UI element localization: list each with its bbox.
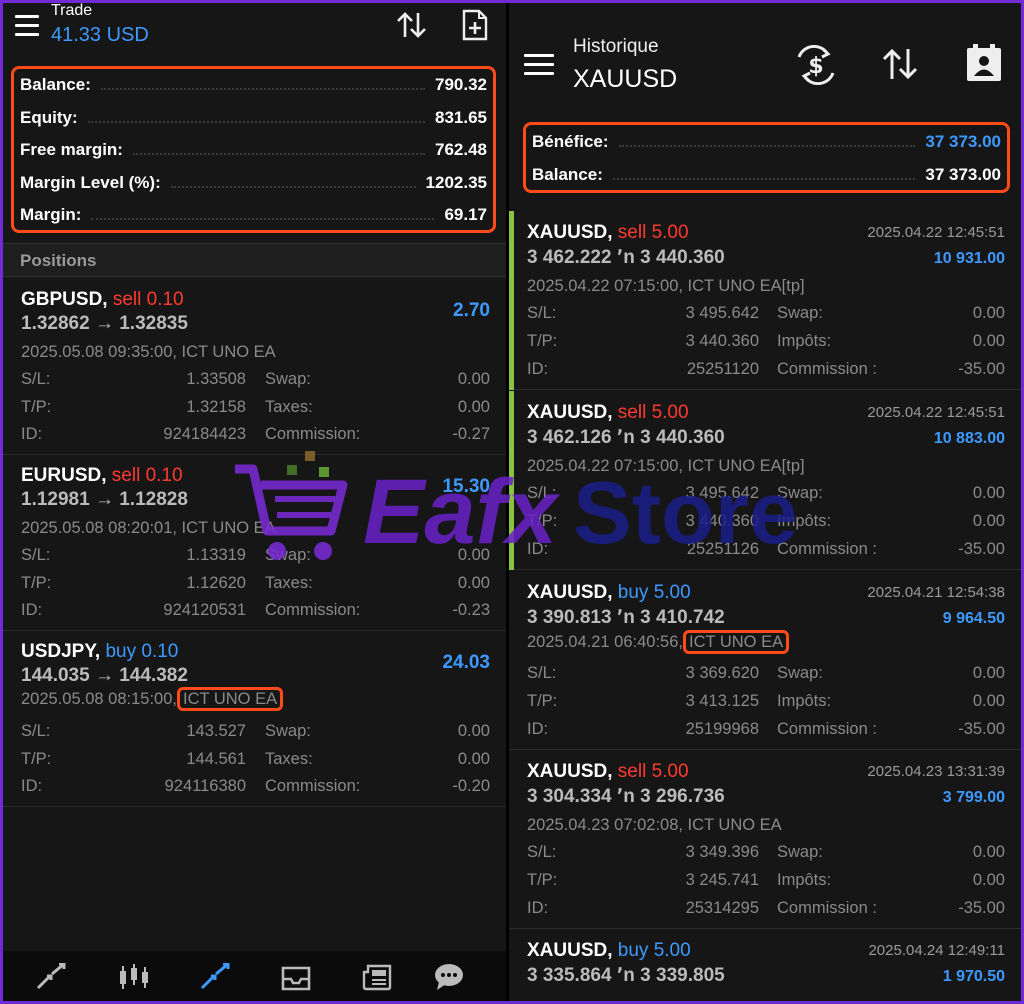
position-info: 2025.05.08 08:15:00, ICT UNO EA bbox=[21, 687, 284, 711]
deal-side: buy 5.00 bbox=[617, 940, 691, 961]
menu-icon[interactable] bbox=[524, 54, 554, 76]
deal-prices: 3 462.126 ՚n 3 440.360 bbox=[527, 427, 725, 448]
report-icon[interactable] bbox=[965, 43, 1003, 83]
deal-row[interactable]: XAUUSD, buy 5.00 2025.04.24 12:49:11 3 3… bbox=[509, 929, 1021, 1001]
deal-side: buy 5.00 bbox=[617, 582, 691, 603]
deal-prices: 3 304.334 ՚n 3 296.736 bbox=[527, 786, 725, 807]
deal-time: 2025.04.24 12:49:11 bbox=[868, 942, 1005, 959]
deal-details: S/L: 3 495.642 Swap: 0.00 T/P: 3 440.360 Impô… bbox=[527, 304, 1005, 378]
summary-row-free-margin: Free margin: 762.48 bbox=[20, 140, 487, 160]
position-profit: 15.30 bbox=[442, 476, 490, 497]
deal-time: 2025.04.21 12:54:38 bbox=[867, 584, 1005, 601]
deal-symbol: XAUUSD, bbox=[527, 761, 613, 782]
page-title: Historique bbox=[573, 36, 659, 57]
quotes-icon[interactable] bbox=[35, 963, 67, 991]
deal-row[interactable]: XAUUSD, sell 5.00 2025.04.23 13:31:39 3 … bbox=[509, 750, 1021, 929]
summary-row-profit: Bénéfice: 37 373.00 bbox=[532, 131, 1001, 151]
position-info: 2025.05.08 09:35:00, ICT UNO EA bbox=[21, 343, 276, 361]
deal-details: S/L: 3 495.642 Swap: 0.00 T/P: 3 440.360 Impô… bbox=[527, 484, 1005, 558]
account-profit: 41.33 USD bbox=[51, 24, 149, 46]
deal-row[interactable]: XAUUSD, buy 5.00 2025.04.21 12:54:38 3 3… bbox=[509, 571, 1021, 750]
position-info: 2025.05.08 08:20:01, ICT UNO EA bbox=[21, 519, 276, 537]
deal-side: sell 5.00 bbox=[617, 222, 689, 243]
deal-prices: 3 462.222 ՚n 3 440.360 bbox=[527, 247, 725, 268]
deal-info: 2025.04.21 06:40:56, ICT UNO EA bbox=[527, 630, 790, 654]
trade-panel: Trade 41.33 USD Balance: 790.32 Equity: 83… bbox=[3, 3, 506, 1001]
position-prices: 1.12981 → 1.12828 bbox=[21, 489, 188, 510]
deal-prices: 3 335.864 ՚n 3 339.805 bbox=[527, 965, 725, 986]
position-prices: 1.32862 → 1.32835 bbox=[21, 313, 188, 334]
position-row[interactable]: GBPUSD, sell 0.10 1.32862 → 1.32835 2.70… bbox=[3, 278, 506, 455]
screenshot-frame: Trade 41.33 USD Balance: 790.32 Equity: 83… bbox=[3, 3, 1021, 1001]
ea-name-highlight: ICT UNO EA bbox=[682, 630, 790, 654]
position-symbol: USDJPY, bbox=[21, 641, 101, 662]
position-symbol: EURUSD, bbox=[21, 465, 107, 486]
trade-header: Trade 41.33 USD bbox=[3, 3, 506, 59]
news-icon[interactable] bbox=[361, 963, 393, 991]
deal-time: 2025.04.23 13:31:39 bbox=[867, 763, 1005, 780]
page-title: Trade bbox=[51, 3, 93, 19]
summary-row-equity: Equity: 831.65 bbox=[20, 107, 487, 127]
symbol-filter[interactable]: XAUUSD bbox=[573, 65, 677, 94]
deal-symbol: XAUUSD, bbox=[527, 402, 613, 423]
new-order-icon[interactable] bbox=[461, 9, 489, 41]
summary-row-margin: Margin: 69.17 bbox=[20, 205, 487, 225]
deal-profit: 10 931.00 bbox=[933, 250, 1005, 267]
menu-icon[interactable] bbox=[15, 15, 39, 37]
positions-section-header: Positions bbox=[3, 243, 506, 277]
account-summary: Balance: 790.32 Equity: 831.65 Free margin… bbox=[11, 66, 496, 233]
summary-row-balance: Balance: 790.32 bbox=[20, 75, 487, 95]
deal-info: 2025.04.22 07:15:00, ICT UNO EA[tp] bbox=[527, 277, 805, 295]
bottom-navigation bbox=[3, 951, 506, 1001]
position-profit: 2.70 bbox=[453, 300, 490, 321]
deal-time: 2025.04.22 12:45:51 bbox=[867, 404, 1005, 421]
chart-icon[interactable] bbox=[117, 963, 151, 991]
sort-icon[interactable] bbox=[881, 47, 919, 81]
deal-profit: 3 799.00 bbox=[942, 789, 1005, 806]
history-summary: Bénéfice: 37 373.00 Balance: 37 373.00 bbox=[523, 122, 1010, 193]
summary-row-margin-level: Margin Level (%): 1202.35 bbox=[20, 172, 487, 192]
deal-profit: 9 964.50 bbox=[942, 610, 1005, 627]
position-side: sell 0.10 bbox=[112, 289, 184, 310]
deal-symbol: XAUUSD, bbox=[527, 222, 613, 243]
deal-symbol: XAUUSD, bbox=[527, 940, 613, 961]
deal-symbol: XAUUSD, bbox=[527, 582, 613, 603]
position-row[interactable]: EURUSD, sell 0.10 1.12981 → 1.12828 15.3… bbox=[3, 454, 506, 631]
chat-icon[interactable] bbox=[433, 963, 465, 991]
position-details: S/L: 1.13319 Swap: 0.00 T/P: 1.12620 Taxes: 0.… bbox=[21, 546, 490, 619]
position-side: sell 0.10 bbox=[111, 465, 183, 486]
deal-time: 2025.04.22 12:45:51 bbox=[867, 224, 1005, 241]
mailbox-icon[interactable] bbox=[280, 963, 312, 991]
deal-info: 2025.04.22 07:15:00, ICT UNO EA[tp] bbox=[527, 457, 805, 475]
deal-profit: 1 970.50 bbox=[942, 968, 1005, 985]
svg-text:$: $ bbox=[808, 54, 823, 79]
trade-icon[interactable] bbox=[199, 963, 231, 991]
deal-details: S/L: 3 369.620 Swap: 0.00 T/P: 3 413.125 Impô… bbox=[527, 664, 1005, 738]
deal-profit: 10 883.00 bbox=[933, 430, 1005, 447]
deal-row[interactable]: XAUUSD, sell 5.00 2025.04.22 12:45:51 3 … bbox=[509, 211, 1021, 390]
deal-details: S/L: 3 349.396 Swap: 0.00 T/P: 3 245.741 Impô… bbox=[527, 843, 1005, 917]
position-details: S/L: 143.527 Swap: 0.00 T/P: 144.561 Taxes: 0.… bbox=[21, 722, 490, 795]
summary-row-balance: Balance: 37 373.00 bbox=[532, 164, 1001, 184]
position-row[interactable]: USDJPY, buy 0.10 144.035 → 144.382 24.03… bbox=[3, 630, 506, 807]
history-panel: Historique XAUUSD $ Bénéfice: 37 373.00 B… bbox=[509, 3, 1021, 1001]
deal-prices: 3 390.813 ՚n 3 410.742 bbox=[527, 607, 725, 628]
deal-side: sell 5.00 bbox=[617, 402, 689, 423]
deal-side: sell 5.00 bbox=[617, 761, 689, 782]
deal-info: 2025.04.23 07:02:08, ICT UNO EA bbox=[527, 816, 782, 834]
position-side: buy 0.10 bbox=[105, 641, 179, 662]
ea-name-highlight: ICT UNO EA bbox=[176, 687, 284, 711]
position-profit: 24.03 bbox=[442, 652, 490, 673]
dollar-exchange-icon[interactable]: $ bbox=[793, 45, 839, 85]
deal-row[interactable]: XAUUSD, sell 5.00 2025.04.22 12:45:51 3 … bbox=[509, 391, 1021, 570]
position-symbol: GBPUSD, bbox=[21, 289, 108, 310]
position-details: S/L: 1.33508 Swap: 0.00 T/P: 1.32158 Taxes: 0.… bbox=[21, 370, 490, 443]
position-prices: 144.035 → 144.382 bbox=[21, 665, 188, 686]
sort-icon[interactable] bbox=[396, 11, 428, 39]
